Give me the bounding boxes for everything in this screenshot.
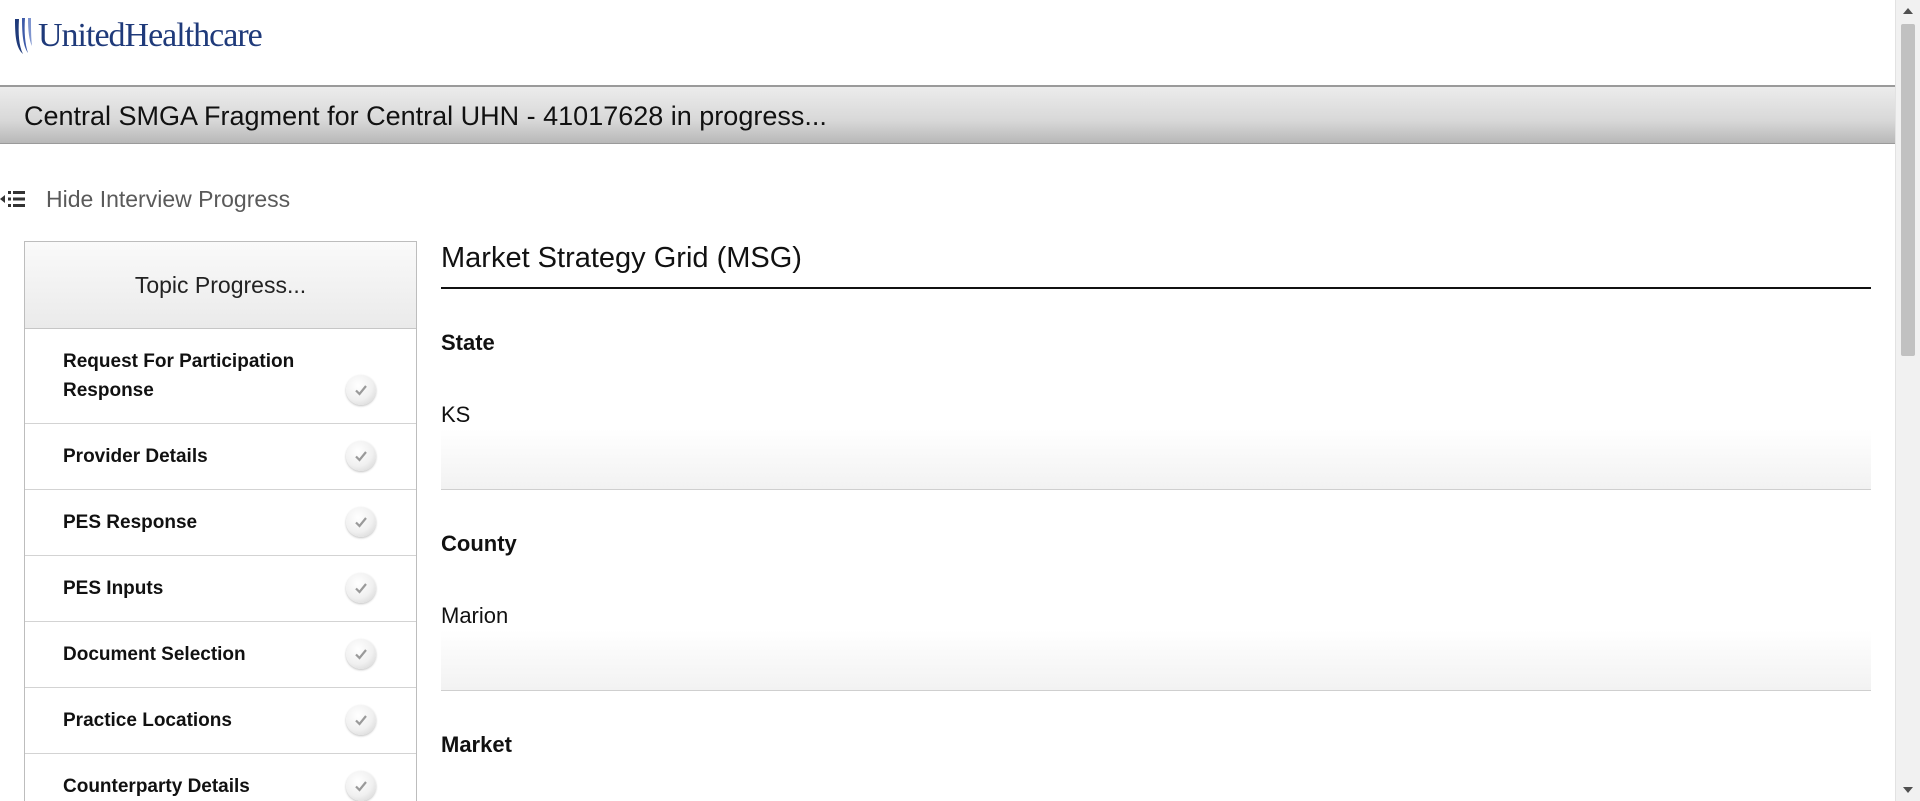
topic-item[interactable]: PES Response — [25, 490, 416, 556]
header: UnitedHealthcare — [0, 0, 1895, 86]
topic-label: Practice Locations — [63, 710, 232, 731]
title-bar: Central SMGA Fragment for Central UHN - … — [0, 85, 1895, 144]
field-value: KS — [441, 402, 471, 427]
topic-label: PES Response — [63, 512, 198, 533]
section-title: Market Strategy Grid (MSG) — [441, 241, 1871, 289]
check-icon — [346, 506, 376, 537]
field-county: County Marion — [441, 530, 1871, 691]
topic-label: PES Inputs — [63, 578, 164, 599]
page-title: Central SMGA Fragment for Central UHN - … — [24, 101, 827, 131]
topic-progress-panel: Topic Progress... Request For Participat… — [24, 241, 417, 801]
check-icon — [346, 440, 376, 471]
check-icon — [346, 572, 376, 603]
field-label: State — [441, 330, 495, 355]
topic-item[interactable]: PES Inputs — [25, 556, 416, 622]
field-market: Market — [441, 731, 1871, 801]
check-icon — [346, 770, 376, 801]
topic-label: Counterparty Details — [63, 776, 250, 797]
page: UnitedHealthcare Central SMGA Fragment f… — [0, 0, 1920, 801]
logo-text: UnitedHealthcare — [38, 17, 263, 54]
topic-list: Request For Participation Response Provi… — [25, 329, 416, 801]
topic-item[interactable]: Practice Locations — [25, 688, 416, 754]
topic-item[interactable]: Document Selection — [25, 622, 416, 688]
scroll-up-arrow-icon[interactable] — [1896, 0, 1920, 22]
field-divider — [441, 630, 1871, 691]
topic-label: Request For Participation Response — [63, 351, 295, 401]
brand-logo[interactable]: UnitedHealthcare — [12, 14, 263, 58]
topic-label: Provider Details — [63, 446, 208, 467]
field-state: State KS — [441, 329, 1871, 490]
check-icon — [346, 704, 376, 735]
field-divider — [441, 429, 1871, 490]
topic-progress-header: Topic Progress... — [25, 242, 416, 329]
hide-interview-progress-toggle[interactable]: Hide Interview Progress — [0, 182, 290, 216]
check-icon — [346, 375, 376, 405]
field-value: Marion — [441, 603, 509, 628]
vertical-scrollbar[interactable] — [1895, 0, 1920, 801]
field-label: County — [441, 531, 517, 556]
scroll-down-arrow-icon[interactable] — [1896, 779, 1920, 801]
scrollbar-thumb[interactable] — [1901, 24, 1915, 356]
check-icon — [346, 638, 376, 669]
main-content: Market Strategy Grid (MSG) State KS Coun… — [441, 241, 1871, 801]
toggle-label: Hide Interview Progress — [46, 185, 291, 212]
collapse-list-icon — [0, 191, 25, 207]
field-label: Market — [441, 732, 512, 757]
shield-logo-icon — [15, 18, 32, 54]
topic-label: Document Selection — [63, 644, 246, 665]
topic-item[interactable]: Request For Participation Response — [25, 329, 416, 424]
topic-item[interactable]: Provider Details — [25, 424, 416, 490]
topic-item[interactable]: Counterparty Details — [25, 754, 416, 801]
